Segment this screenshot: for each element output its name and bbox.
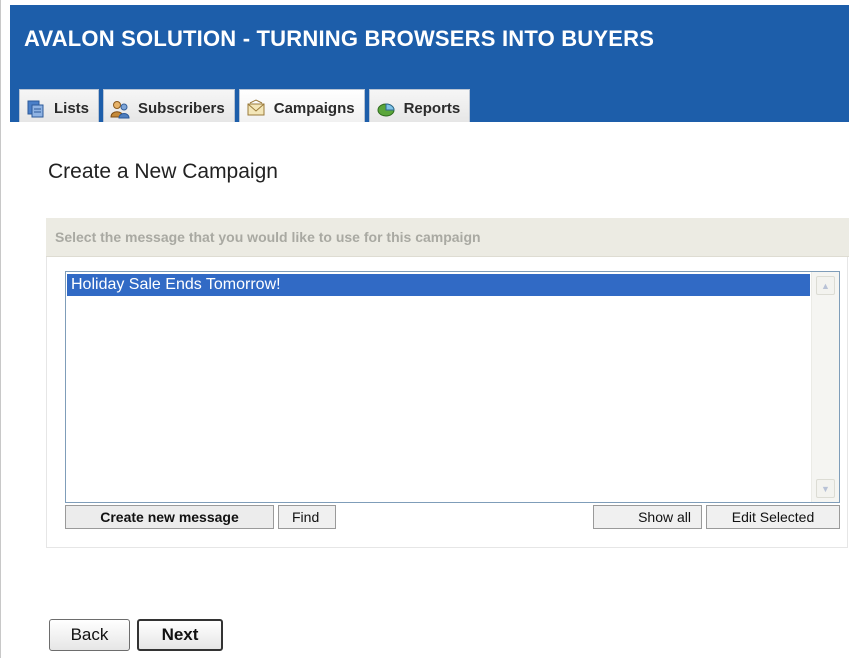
edit-selected-button[interactable]: Edit Selected xyxy=(706,505,840,529)
message-listbox[interactable]: Holiday Sale Ends Tomorrow! ▲ ▼ xyxy=(65,271,840,503)
message-panel-box: Holiday Sale Ends Tomorrow! ▲ ▼ Create n… xyxy=(46,257,848,548)
scroll-down-icon[interactable]: ▼ xyxy=(816,479,835,498)
lists-icon xyxy=(26,99,46,119)
message-select-panel: Select the message that you would like t… xyxy=(46,218,849,670)
envelope-icon xyxy=(246,98,266,119)
tab-reports-label: Reports xyxy=(403,100,461,117)
tab-lists-label: Lists xyxy=(54,100,90,117)
show-all-button[interactable]: Show all xyxy=(593,505,702,529)
prompt-bar: Select the message that you would like t… xyxy=(46,218,849,257)
main-content: Create a New Campaign Select the message… xyxy=(10,122,849,658)
tab-bar: Lists Subscribers Campaigns Reports xyxy=(19,85,474,127)
app-title: AVALON SOLUTION - TURNING BROWSERS INTO … xyxy=(24,26,655,51)
listbox-scrollbar[interactable]: ▲ ▼ xyxy=(811,272,839,502)
create-new-message-button[interactable]: Create new message xyxy=(65,505,274,529)
back-button[interactable]: Back xyxy=(49,619,130,651)
header-bar: AVALON SOLUTION - TURNING BROWSERS INTO … xyxy=(10,5,849,127)
reports-icon xyxy=(376,99,396,119)
tab-campaigns-label: Campaigns xyxy=(273,100,355,117)
page-title: Create a New Campaign xyxy=(48,160,278,183)
prompt-text: Select the message that you would like t… xyxy=(55,229,481,245)
next-button[interactable]: Next xyxy=(137,619,223,651)
tab-subscribers-label: Subscribers xyxy=(138,100,225,117)
list-item[interactable]: Holiday Sale Ends Tomorrow! xyxy=(67,274,810,296)
subscribers-icon xyxy=(110,99,130,119)
app-frame: AVALON SOLUTION - TURNING BROWSERS INTO … xyxy=(0,0,849,658)
find-button[interactable]: Find xyxy=(278,505,336,529)
scroll-up-icon[interactable]: ▲ xyxy=(816,276,835,295)
